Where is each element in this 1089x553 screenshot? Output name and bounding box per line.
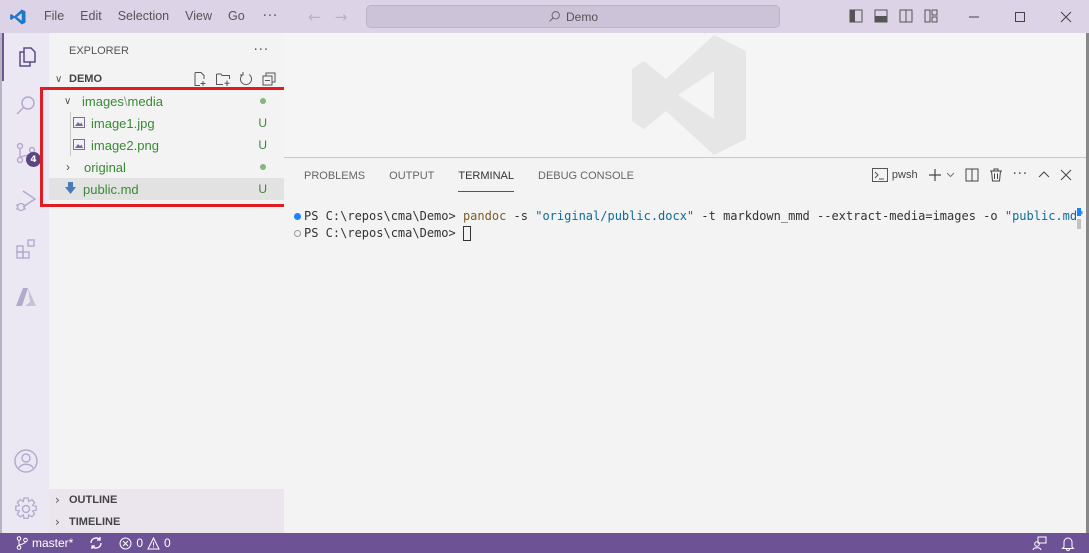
minimize-button[interactable] [951, 0, 997, 33]
branch-name: master* [32, 536, 74, 550]
menu-bar: File Edit Selection View Go ··· [36, 0, 288, 33]
azure-icon [15, 288, 36, 306]
terminal-name: pwsh [891, 168, 918, 181]
feedback-icon[interactable] [1032, 536, 1047, 551]
new-file-icon[interactable] [192, 71, 208, 87]
extensions-icon [15, 239, 35, 259]
explorer-title: EXPLORER [69, 44, 129, 57]
vscode-watermark-icon [632, 35, 746, 155]
menu-view[interactable]: View [177, 0, 220, 33]
panel-more-button[interactable]: ··· [1013, 167, 1028, 182]
timeline-title: TIMELINE [69, 516, 121, 528]
command-success-icon [290, 213, 304, 220]
explorer-more-button[interactable]: ··· [254, 43, 269, 58]
activity-accounts[interactable] [2, 437, 49, 485]
new-terminal-button[interactable] [928, 168, 955, 182]
close-button[interactable] [1043, 0, 1089, 33]
notifications-bell-icon[interactable] [1061, 536, 1075, 551]
trash-icon[interactable] [989, 168, 1003, 182]
git-branch-icon [16, 536, 28, 550]
tab-terminal[interactable]: TERMINAL [458, 166, 514, 192]
branch-indicator[interactable]: master* [0, 536, 81, 550]
chevron-right-icon: › [55, 515, 60, 529]
toggle-secondary-sidebar-icon[interactable] [898, 8, 914, 24]
activity-extensions[interactable] [2, 225, 49, 273]
maximize-icon [1015, 11, 1025, 22]
sync-icon [90, 537, 102, 549]
refresh-icon[interactable] [238, 71, 254, 87]
menu-selection[interactable]: Selection [110, 0, 177, 33]
menu-edit[interactable]: Edit [72, 0, 110, 33]
warning-count: 0 [164, 536, 171, 550]
terminal-scrollbar[interactable] [1077, 208, 1081, 232]
editor-area [284, 33, 1087, 157]
error-count: 0 [136, 536, 144, 550]
terminal-selector[interactable]: pwsh [871, 167, 918, 182]
outline-title: OUTLINE [69, 494, 118, 506]
maximize-button[interactable] [997, 0, 1043, 33]
error-icon [119, 537, 132, 549]
source-control-badge: 4 [26, 152, 41, 167]
outline-section-header[interactable]: › OUTLINE [49, 489, 284, 511]
menu-file[interactable]: File [36, 0, 72, 33]
toggle-primary-sidebar-icon[interactable] [848, 8, 864, 24]
minimize-icon [969, 16, 979, 17]
bottom-panel: PROBLEMS OUTPUT TERMINAL DEBUG CONSOLE p… [284, 157, 1086, 533]
terminal-cursor [462, 226, 471, 241]
account-icon [13, 449, 38, 473]
command-pending-icon [290, 230, 304, 237]
gear-icon [14, 497, 37, 520]
chevron-down-icon: ∨ [55, 73, 63, 85]
menu-more-button[interactable]: ··· [253, 9, 288, 24]
tab-problems[interactable]: PROBLEMS [304, 166, 365, 192]
status-bar: master* 0 0 [0, 533, 1089, 553]
search-icon [549, 11, 560, 22]
toggle-panel-icon[interactable] [873, 8, 889, 24]
customize-layout-icon[interactable] [923, 8, 939, 24]
title-bar: File Edit Selection View Go ··· ← → Demo [0, 0, 1089, 33]
chevron-down-icon [946, 172, 954, 178]
workspace-title: DEMO [69, 73, 102, 85]
highlight-annotation-box [40, 87, 291, 207]
activity-explorer[interactable] [2, 33, 49, 81]
files-icon [18, 47, 36, 67]
collapse-all-icon[interactable] [261, 71, 277, 87]
maximize-panel-icon[interactable] [1038, 169, 1050, 181]
sync-button[interactable] [81, 536, 111, 550]
tab-debug-console[interactable]: DEBUG CONSOLE [538, 166, 634, 192]
panel-tabs: PROBLEMS OUTPUT TERMINAL DEBUG CONSOLE [304, 166, 634, 192]
terminal-line: PS C:\repos\cma\Demo> pandoc -s "origina… [290, 208, 1084, 225]
terminal-line: PS C:\repos\cma\Demo> [290, 225, 1084, 242]
activity-azure[interactable] [2, 273, 49, 321]
terminal-output[interactable]: PS C:\repos\cma\Demo> pandoc -s "origina… [290, 208, 1084, 242]
run-debug-icon [15, 190, 36, 212]
tab-output[interactable]: OUTPUT [389, 166, 434, 192]
split-terminal-icon[interactable] [965, 168, 979, 182]
activity-manage[interactable] [2, 485, 49, 533]
problems-indicator[interactable]: 0 0 [111, 536, 178, 550]
new-folder-icon[interactable] [215, 71, 231, 87]
command-center-search[interactable]: Demo [366, 5, 780, 28]
warning-icon [147, 536, 160, 549]
close-icon [1060, 11, 1072, 22]
timeline-section-header[interactable]: › TIMELINE [49, 511, 284, 533]
menu-go[interactable]: Go [220, 0, 253, 33]
forward-arrow-icon[interactable]: → [335, 8, 348, 26]
close-panel-icon[interactable] [1060, 169, 1072, 181]
command-center-label: Demo [565, 9, 598, 24]
search-icon [15, 96, 35, 115]
chevron-right-icon: › [55, 493, 60, 507]
back-arrow-icon[interactable]: ← [308, 8, 321, 26]
terminal-icon [871, 167, 888, 182]
plus-icon [928, 168, 941, 181]
vscode-logo-icon [0, 0, 36, 33]
